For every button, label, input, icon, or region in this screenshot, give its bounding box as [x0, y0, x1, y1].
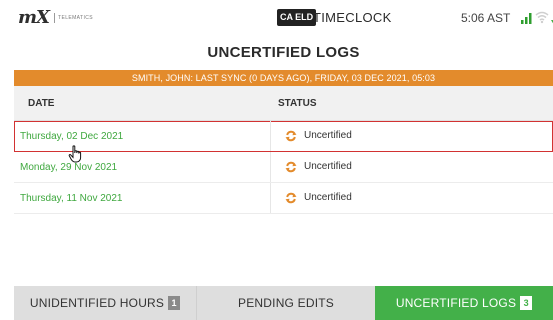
app-name: TIMECLOCK: [313, 10, 392, 25]
column-divider: [270, 121, 271, 151]
uncertified-icon: [285, 130, 297, 142]
table-row[interactable]: Thursday, 02 Dec 2021 Uncertified: [14, 121, 553, 152]
table-row[interactable]: Thursday, 11 Nov 2021 Uncertified: [14, 183, 553, 214]
logo-divider: [54, 13, 56, 23]
logo-mark: mX: [18, 7, 50, 28]
status-label: Uncertified: [304, 192, 352, 203]
tab-label: UNIDENTIFIED HOURS: [29, 296, 165, 310]
table-header: DATE STATUS: [14, 86, 553, 121]
column-header-date: DATE: [28, 98, 55, 109]
column-header-status: STATUS: [278, 98, 317, 109]
logo-subtitle: TELEMATICS: [58, 15, 94, 21]
row-status: Uncertified: [285, 129, 352, 143]
tab-label: UNCERTIFIED LOGS: [395, 296, 517, 310]
signal-icon: [521, 13, 532, 24]
tab-uncertified-logs[interactable]: UNCERTIFIED LOGS 3: [375, 286, 553, 320]
hand-pointer-icon: [68, 145, 82, 163]
eld-badge: CA ELD: [277, 9, 317, 26]
app-frame: mX TELEMATICS CA ELD TIMECLOCK 5:06 AST …: [14, 0, 553, 320]
column-divider: [270, 183, 271, 213]
column-divider: [270, 152, 271, 182]
uncertified-icon: [285, 192, 297, 204]
status-bar: mX TELEMATICS CA ELD TIMECLOCK 5:06 AST: [14, 0, 553, 36]
uncertified-icon: [285, 161, 297, 173]
tab-unidentified-hours[interactable]: UNIDENTIFIED HOURS 1: [14, 286, 197, 320]
tab-pending-edits[interactable]: PENDING EDITS: [197, 286, 375, 320]
count-badge: 3: [520, 296, 533, 310]
row-date[interactable]: Thursday, 11 Nov 2021: [20, 183, 122, 214]
table-row[interactable]: Monday, 29 Nov 2021 Uncertified: [14, 152, 553, 183]
tab-label: PENDING EDITS: [238, 296, 334, 310]
page-title: UNCERTIFIED LOGS: [207, 44, 360, 61]
bottom-tab-bar: UNIDENTIFIED HOURS 1 PENDING EDITS UNCER…: [14, 286, 553, 320]
status-label: Uncertified: [304, 161, 352, 172]
logo: mX TELEMATICS: [18, 9, 93, 27]
wifi-icon: [535, 11, 549, 24]
status-label: Uncertified: [304, 130, 352, 141]
row-status: Uncertified: [285, 160, 352, 174]
row-status: Uncertified: [285, 191, 352, 205]
clock: 5:06 AST: [461, 11, 511, 25]
sync-banner: SMITH, JOHN: LAST SYNC (0 DAYS AGO), FRI…: [14, 70, 553, 86]
log-table: Thursday, 02 Dec 2021 Uncertified Monday…: [14, 121, 553, 214]
count-badge: 1: [168, 296, 181, 310]
